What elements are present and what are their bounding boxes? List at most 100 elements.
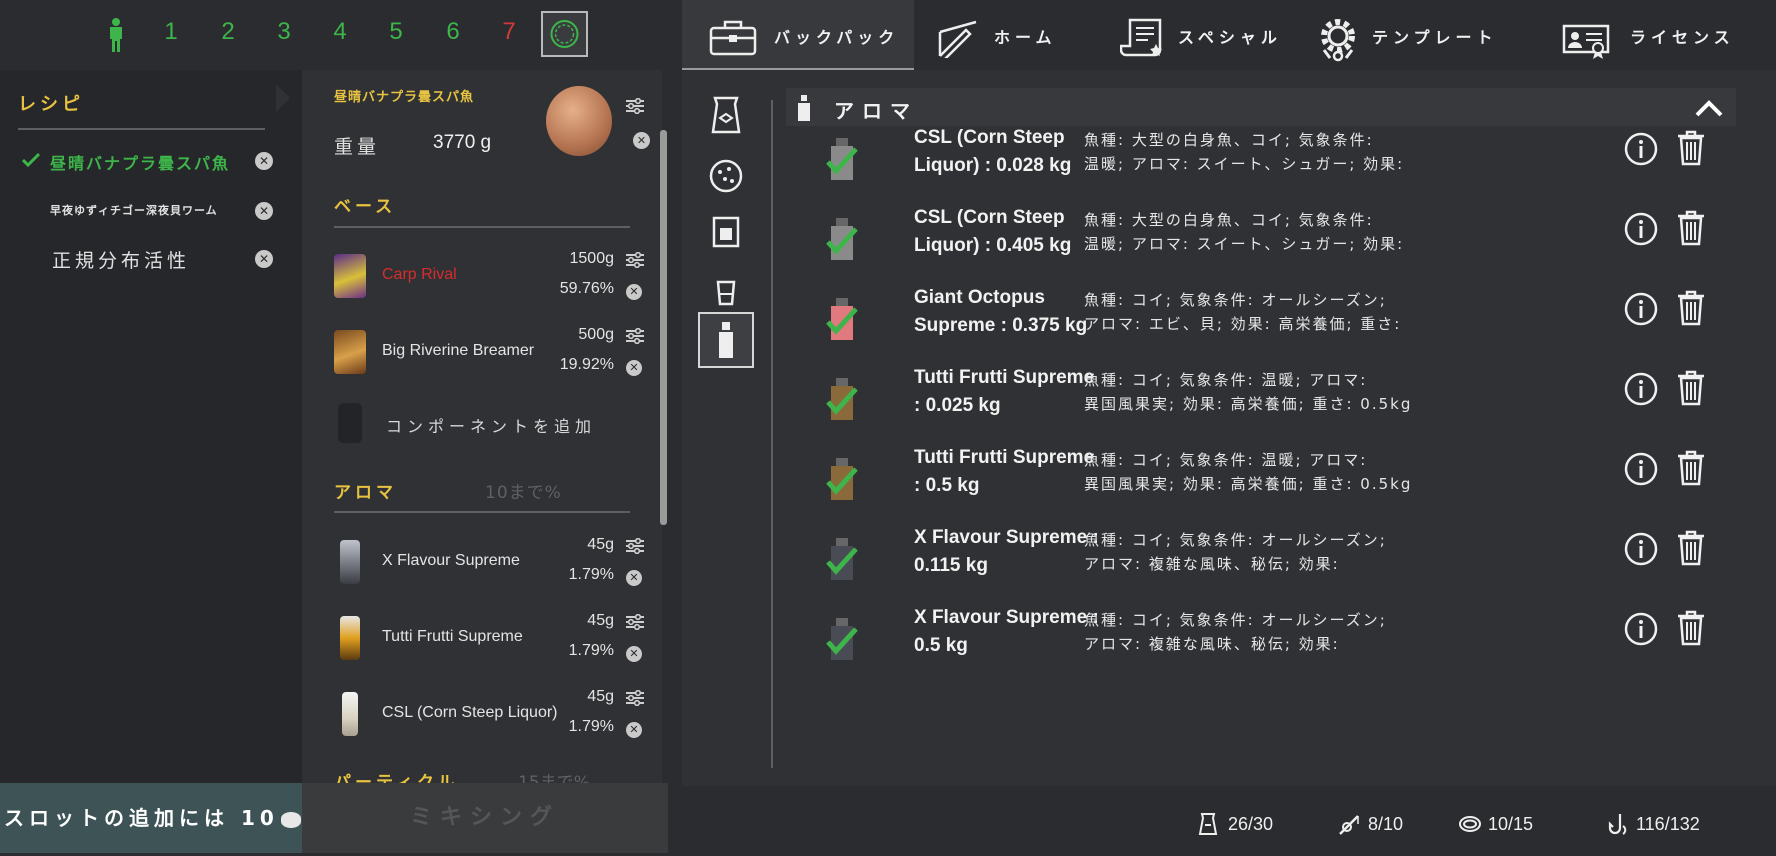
settings-sliders-icon[interactable] (626, 98, 644, 114)
aroma-component-row[interactable]: CSL (Corn Steep Liquor) 45g 1.79% ✕ (302, 682, 662, 752)
tab-special[interactable]: スペシャル (1114, 0, 1314, 70)
remove-component-button[interactable]: ✕ (626, 722, 642, 738)
slot-7[interactable]: 7 (494, 18, 524, 46)
base-component-row[interactable]: Carp Rival 1500g 59.76% ✕ (302, 244, 662, 314)
component-name: Big Riverine Breamer (382, 342, 535, 359)
trash-icon[interactable] (1676, 450, 1706, 486)
item-description: 魚種: コイ; 気象条件: オールシーズン; アロマ: エビ、貝; 効果: 高栄養… (1084, 288, 1484, 336)
trash-icon[interactable] (1676, 130, 1706, 166)
info-icon[interactable] (1624, 452, 1658, 486)
delete-recipe-button[interactable]: ✕ (255, 202, 273, 220)
recipe-slot-bar: 1 2 3 4 5 6 7 (0, 0, 676, 70)
bait-capacity: 26/30 (1198, 813, 1273, 835)
info-icon[interactable] (1624, 212, 1658, 246)
boilie-icon (709, 159, 743, 193)
add-slot-label: スロットの追加には 10 (4, 806, 279, 830)
remove-component-button[interactable]: ✕ (626, 360, 642, 376)
clear-recipe-button[interactable]: ✕ (633, 132, 650, 149)
tab-home[interactable]: ホーム (914, 0, 1114, 70)
divider (334, 226, 630, 228)
info-icon[interactable] (1624, 532, 1658, 566)
info-icon[interactable] (1624, 292, 1658, 326)
recipe-item[interactable]: 早夜ゆずィチゴー深夜貝ワーム ✕ (0, 198, 302, 228)
component-name: X Flavour Supreme (382, 552, 520, 569)
divider (18, 128, 265, 130)
status-bar: 26/30 8/10 10/15 116/132 (682, 786, 1776, 856)
slot-4[interactable]: 4 (325, 18, 355, 46)
inventory-item-row[interactable]: Tutti Frutti Supreme : 0.025 kg 魚種: コイ; 気… (786, 360, 1736, 438)
rod-capacity: 8/10 (1339, 814, 1404, 835)
category-packets[interactable] (698, 204, 754, 260)
aroma-component-row[interactable]: X Flavour Supreme 45g 1.79% ✕ (302, 530, 662, 600)
rod-capacity-value: 8/10 (1368, 814, 1404, 834)
component-percent: 1.79% (568, 642, 614, 659)
slot-1[interactable]: 1 (156, 18, 186, 46)
trash-icon[interactable] (1676, 610, 1706, 646)
slot-5[interactable]: 5 (381, 18, 411, 46)
settings-sliders-icon[interactable] (626, 614, 644, 630)
delete-recipe-button[interactable]: ✕ (255, 250, 273, 268)
slot-6[interactable]: 6 (438, 18, 468, 46)
bait-bag-icon (711, 96, 741, 134)
slot-selected[interactable] (541, 11, 588, 57)
component-name: Carp Rival (382, 266, 457, 283)
settings-sliders-icon[interactable] (626, 252, 644, 268)
item-name: Tutti Frutti Supreme : 0.025 kg (914, 367, 1095, 416)
add-slot-button[interactable]: スロットの追加には 10 (0, 783, 302, 853)
detail-scrollbar[interactable] (660, 130, 667, 525)
app-window: 1 2 3 4 5 6 7 レシピ 昼晴バナプラ曇スパ魚 ✕ 早夜ゆずィチゴー深… (0, 0, 1776, 856)
packet-icon (712, 216, 740, 248)
trash-icon[interactable] (1676, 530, 1706, 566)
tab-template[interactable]: テンプレート (1314, 0, 1534, 70)
pen-icon (938, 20, 977, 58)
remove-component-button[interactable]: ✕ (626, 570, 642, 586)
trash-icon[interactable] (1676, 370, 1706, 406)
component-weight: 45g (587, 536, 614, 553)
info-icon[interactable] (1624, 372, 1658, 406)
inventory-item-row[interactable]: CSL (Corn Steep Liquor) : 0.405 kg 魚種: 大型… (786, 200, 1736, 278)
inventory-item-row[interactable]: X Flavour Supreme : 0.115 kg 魚種: コイ; 気象条件… (786, 520, 1736, 598)
slot-2[interactable]: 2 (213, 18, 243, 46)
info-icon[interactable] (1624, 132, 1658, 166)
inventory-item-row[interactable]: Giant Octopus Supreme : 0.375 kg 魚種: コイ; … (786, 280, 1736, 358)
category-dips[interactable] (698, 260, 754, 316)
inventory-item-row[interactable]: CSL (Corn Steep Liquor) : 0.028 kg 魚種: 大型… (786, 120, 1736, 198)
settings-sliders-icon[interactable] (626, 690, 644, 706)
tab-backpack[interactable]: バックパック (682, 0, 914, 70)
aroma-component-row[interactable]: Tutti Frutti Supreme 45g 1.79% ✕ (302, 606, 662, 676)
item-description-line: 魚種: コイ; 気象条件: 温暖; アロマ: (1084, 451, 1368, 469)
inventory-item-row[interactable]: Tutti Frutti Supreme : 0.5 kg 魚種: コイ; 気象条… (786, 440, 1736, 518)
aroma-bottle-icon (826, 618, 858, 660)
recipe-item[interactable]: 正規分布活性 ✕ (0, 242, 302, 278)
category-aroma[interactable] (698, 312, 754, 368)
component-weight: 1500g (569, 250, 615, 267)
add-component-button[interactable]: コンポーネントを追加 (302, 400, 662, 450)
settings-sliders-icon[interactable] (626, 328, 644, 344)
mixing-button[interactable]: ミキシング (302, 783, 668, 853)
csl-bottle-image (342, 692, 358, 736)
category-boilies[interactable] (698, 148, 754, 204)
coin-icon (280, 811, 301, 828)
bait-bag-icon (1198, 813, 1218, 835)
person-icon[interactable] (105, 18, 127, 52)
chevron-up-icon[interactable] (1694, 98, 1724, 118)
toolbox-icon (709, 20, 757, 56)
inventory-item-row[interactable]: X Flavour Supreme : 0.5 kg 魚種: コイ; 気象条件: … (786, 600, 1736, 678)
slot-3[interactable]: 3 (269, 18, 299, 46)
remove-component-button[interactable]: ✕ (626, 646, 642, 662)
base-component-row[interactable]: Big Riverine Breamer 500g 19.92% ✕ (302, 320, 662, 390)
hook-capacity: 116/132 (1608, 814, 1700, 835)
settings-sliders-icon[interactable] (626, 538, 644, 554)
item-name: CSL (Corn Steep Liquor) : 0.405 kg (914, 207, 1072, 256)
info-icon[interactable] (1624, 612, 1658, 646)
trash-icon[interactable] (1676, 290, 1706, 326)
recipe-list-panel: レシピ 昼晴バナプラ曇スパ魚 ✕ 早夜ゆずィチゴー深夜貝ワーム ✕ 正規分布活性… (0, 70, 302, 786)
tab-license[interactable]: ライセンス (1534, 0, 1774, 70)
remove-component-button[interactable]: ✕ (626, 284, 642, 300)
hook-icon (1608, 814, 1627, 835)
delete-recipe-button[interactable]: ✕ (255, 152, 273, 170)
trash-icon[interactable] (1676, 210, 1706, 246)
recipe-item-active[interactable]: 昼晴バナプラ曇スパ魚 ✕ (0, 148, 302, 180)
item-description-line: 魚種: コイ; 気象条件: オールシーズン; (1084, 291, 1387, 309)
category-base-bags[interactable] (698, 88, 754, 144)
